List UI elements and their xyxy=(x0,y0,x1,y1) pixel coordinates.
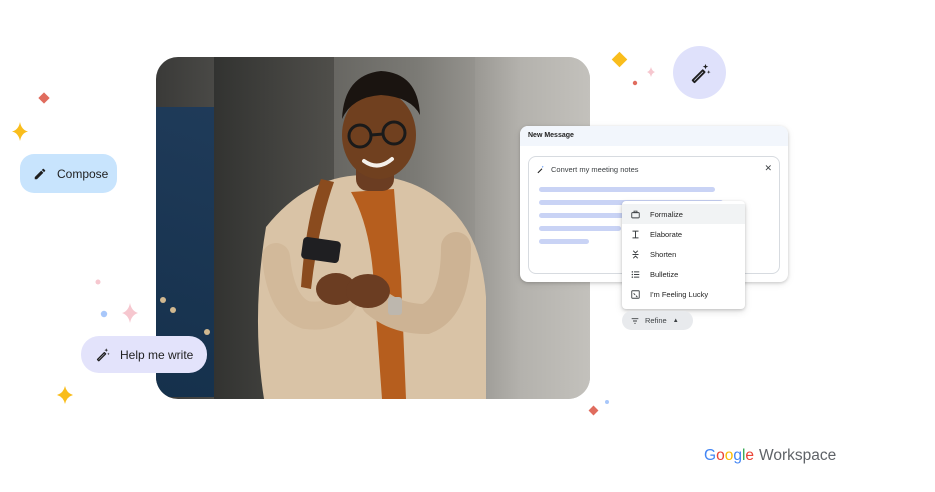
sparkle-yellow-star xyxy=(12,122,28,141)
placeholder-line xyxy=(539,213,629,218)
menu-item-shorten[interactable]: Shorten xyxy=(622,244,745,264)
caret-up-icon: ▲ xyxy=(672,317,679,324)
workspace-wordmark: Workspace xyxy=(759,447,837,464)
sparkle-yellow-diamond xyxy=(611,51,628,68)
close-icon[interactable]: ✕ xyxy=(764,163,772,174)
dot-blue-2 xyxy=(605,400,609,404)
prompt-text: Convert my meeting notes xyxy=(551,165,639,174)
refine-label: Refine xyxy=(645,316,667,325)
compose-button[interactable]: Compose xyxy=(20,154,117,193)
menu-item-label: Shorten xyxy=(650,249,677,259)
google-workspace-logo: Google Workspace xyxy=(704,447,836,465)
help-me-write-label: Help me write xyxy=(120,347,194,362)
filter-icon xyxy=(631,317,639,324)
dot-red xyxy=(632,80,638,86)
google-letter: e xyxy=(745,447,755,464)
refine-button[interactable]: Refine ▲ xyxy=(622,311,693,330)
dot-blue xyxy=(100,310,108,318)
menu-item-label: Bulletize xyxy=(650,269,679,279)
briefcase-icon xyxy=(631,210,640,218)
google-letter: g xyxy=(733,447,742,464)
menu-item-label: I'm Feeling Lucky xyxy=(650,289,709,299)
sparkle-pink-small xyxy=(647,67,655,77)
menu-item-bulletize[interactable]: Bulletize xyxy=(622,264,745,284)
google-letter: G xyxy=(704,447,717,464)
menu-item-elaborate[interactable]: Elaborate xyxy=(622,224,745,244)
help-me-write-button[interactable]: Help me write xyxy=(81,336,207,373)
dialog-title: New Message xyxy=(520,126,788,146)
dice-icon xyxy=(631,289,640,299)
compose-label: Compose xyxy=(57,166,109,181)
list-icon xyxy=(631,270,640,278)
dot-pink xyxy=(95,279,101,285)
collapse-icon xyxy=(632,249,639,259)
placeholder-line xyxy=(539,239,589,244)
google-wordmark: Google xyxy=(704,447,754,465)
magic-pen-icon xyxy=(537,165,544,174)
menu-item-feeling-lucky[interactable]: I'm Feeling Lucky xyxy=(622,284,745,304)
pencil-icon xyxy=(34,168,46,179)
sparkle-yellow-star-2 xyxy=(57,386,73,404)
google-letter: o xyxy=(716,447,725,464)
placeholder-line xyxy=(539,226,621,231)
menu-item-label: Formalize xyxy=(650,209,683,219)
refine-menu: Formalize Elaborate Shorten Bulletize I'… xyxy=(622,201,745,309)
expand-icon xyxy=(632,230,639,238)
sparkle-pink-star xyxy=(122,303,138,323)
sparkle-red-diamond-2 xyxy=(588,405,599,416)
sparkle-red-diamond xyxy=(38,92,50,104)
menu-item-formalize[interactable]: Formalize xyxy=(622,204,745,224)
menu-item-label: Elaborate xyxy=(650,229,683,239)
magic-wand-badge xyxy=(673,46,726,99)
placeholder-line xyxy=(539,187,715,192)
magic-pen-icon xyxy=(96,348,110,362)
magic-pen-icon xyxy=(691,63,711,83)
